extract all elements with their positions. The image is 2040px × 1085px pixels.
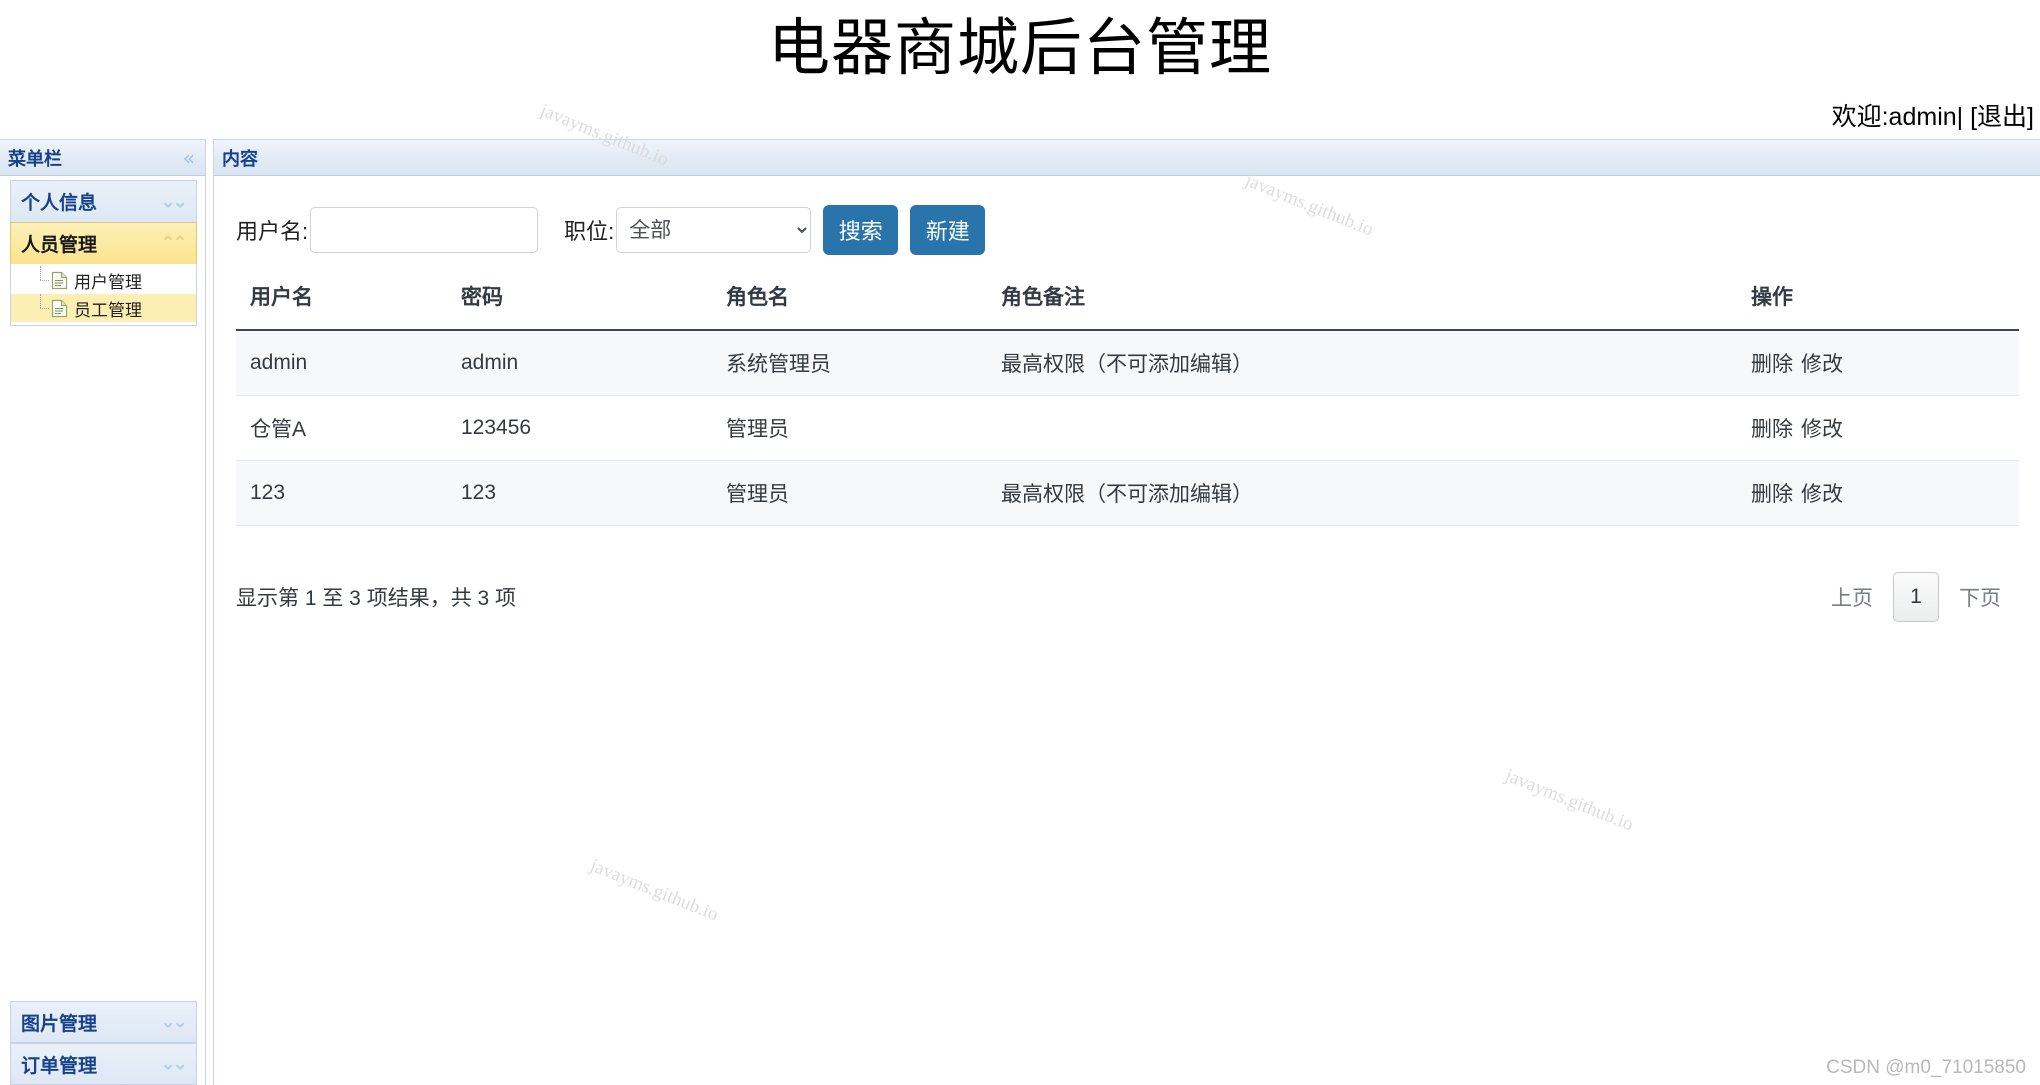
cell-role-remark bbox=[1001, 395, 1661, 461]
cell-role-name: 管理员 bbox=[726, 460, 1001, 526]
cell-operations: 删除 修改 bbox=[1661, 460, 2019, 526]
sidebar-group-label: 图片管理 bbox=[21, 1013, 98, 1035]
search-username-input[interactable] bbox=[310, 207, 539, 253]
csdn-watermark: CSDN @m0_71015850 bbox=[1826, 1057, 2026, 1078]
sidebar-item-user-management[interactable]: 用户管理 bbox=[11, 266, 196, 294]
column-header-operations: 操作 bbox=[1661, 269, 2019, 331]
create-button[interactable]: 新建 bbox=[910, 205, 986, 255]
sidebar-group-header-personal-info[interactable]: 个人信息 ⌄⌄ bbox=[10, 180, 197, 222]
cell-username: 仓管A bbox=[236, 395, 461, 461]
sidebar-item-employee-management[interactable]: 员工管理 bbox=[11, 294, 196, 322]
username-label: 用户名: bbox=[236, 219, 309, 244]
next-page-button[interactable]: 下页 bbox=[1943, 582, 2017, 612]
pagination: 上页 1 下页 bbox=[1815, 572, 2017, 622]
cell-password: 123456 bbox=[461, 395, 726, 461]
role-select[interactable]: 全部 bbox=[616, 207, 812, 253]
sidebar-item-label: 用户管理 bbox=[74, 272, 142, 292]
sidebar-group-body-staff-management: 用户管理 员工管理 bbox=[10, 264, 197, 326]
sidebar-group-label: 人员管理 bbox=[21, 235, 98, 256]
table-body: admin admin 系统管理员 最高权限（不可添加编辑） 删除 修改 仓管A … bbox=[236, 330, 2019, 526]
result-summary: 显示第 1 至 3 项结果，共 3 项 bbox=[236, 587, 517, 610]
content-panel-title: 内容 bbox=[222, 148, 258, 169]
chevron-down-icon: ⌄⌄ bbox=[160, 1010, 188, 1033]
document-icon bbox=[51, 271, 68, 290]
content-body: 用户名: 职位: 全部 搜索 新建 用户名 密码 角色名 角色备注 操作 adm… bbox=[214, 177, 2040, 1085]
cell-password: 123 bbox=[461, 460, 726, 526]
cell-role-remark: 最高权限（不可添加编辑） bbox=[1001, 330, 1661, 396]
column-header-username: 用户名 bbox=[236, 269, 461, 331]
chevron-down-icon: ⌄⌄ bbox=[160, 190, 188, 212]
sidebar-bottom-groups: 图片管理 ⌄⌄ 订单管理 ⌄⌄ bbox=[10, 1001, 197, 1085]
page-title: 电器商城后台管理 bbox=[767, 11, 1272, 84]
table-row: 仓管A 123456 管理员 删除 修改 bbox=[236, 395, 2019, 461]
logout-link[interactable]: [退出] bbox=[1970, 103, 2034, 131]
sidebar: 菜单栏 « 个人信息 ⌄⌄ 人员管理 ⌃⌃ 用户管理 员工管理 图片管理 ⌄⌄ … bbox=[0, 139, 206, 1085]
cell-username: 123 bbox=[236, 460, 461, 526]
sidebar-group-header-image-management[interactable]: 图片管理 ⌄⌄ bbox=[10, 1001, 197, 1043]
cell-operations: 删除 修改 bbox=[1661, 395, 2019, 461]
filter-toolbar: 用户名: 职位: 全部 搜索 新建 bbox=[236, 205, 986, 255]
main-layout: 菜单栏 « 个人信息 ⌄⌄ 人员管理 ⌃⌃ 用户管理 员工管理 图片管理 ⌄⌄ … bbox=[0, 139, 2040, 1085]
sidebar-panel-title: 菜单栏 bbox=[8, 148, 62, 169]
app-header: 电器商城后台管理 bbox=[0, 0, 2040, 100]
table-header-row: 用户名 密码 角色名 角色备注 操作 bbox=[236, 269, 2019, 331]
sidebar-group-staff-management: 人员管理 ⌃⌃ 用户管理 员工管理 bbox=[10, 222, 197, 326]
table-row: admin admin 系统管理员 最高权限（不可添加编辑） 删除 修改 bbox=[236, 330, 2019, 396]
delete-link[interactable]: 删除 bbox=[1751, 418, 1793, 441]
edit-link[interactable]: 修改 bbox=[1801, 483, 1843, 506]
search-button[interactable]: 搜索 bbox=[823, 205, 899, 255]
role-label: 职位: bbox=[564, 219, 615, 244]
collapse-left-icon[interactable]: « bbox=[183, 148, 195, 168]
sidebar-group-header-order-management[interactable]: 订单管理 ⌄⌄ bbox=[10, 1043, 197, 1085]
delete-link[interactable]: 删除 bbox=[1751, 353, 1793, 376]
page-number-1[interactable]: 1 bbox=[1893, 572, 1939, 622]
chevron-down-icon: ⌄⌄ bbox=[160, 1052, 188, 1075]
welcome-bar: 欢迎:admin| [退出] bbox=[0, 100, 2040, 136]
edit-link[interactable]: 修改 bbox=[1801, 353, 1843, 376]
welcome-text: 欢迎:admin| bbox=[1831, 103, 1964, 131]
sidebar-item-label: 员工管理 bbox=[74, 300, 142, 320]
cell-password: admin bbox=[461, 330, 726, 396]
sidebar-group-personal-info: 个人信息 ⌄⌄ bbox=[10, 180, 197, 222]
sidebar-group-label: 订单管理 bbox=[21, 1055, 98, 1077]
sidebar-group-label: 个人信息 bbox=[21, 193, 98, 214]
content-panel: 内容 用户名: 职位: 全部 搜索 新建 用户名 密码 角色名 角色备注 操作 … bbox=[213, 139, 2040, 1085]
column-header-role-remark: 角色备注 bbox=[1001, 269, 1661, 331]
cell-operations: 删除 修改 bbox=[1661, 330, 2019, 396]
cell-role-remark: 最高权限（不可添加编辑） bbox=[1001, 460, 1661, 526]
document-icon bbox=[51, 299, 68, 318]
table-head: 用户名 密码 角色名 角色备注 操作 bbox=[236, 269, 2019, 331]
sidebar-body: 个人信息 ⌄⌄ 人员管理 ⌃⌃ 用户管理 员工管理 图片管理 ⌄⌄ 订单管理 ⌄… bbox=[0, 176, 205, 1085]
cell-username: admin bbox=[236, 330, 461, 396]
tree-branch-icon bbox=[31, 266, 51, 294]
cell-role-name: 管理员 bbox=[726, 395, 1001, 461]
column-header-role-name: 角色名 bbox=[726, 269, 1001, 331]
column-header-password: 密码 bbox=[461, 269, 726, 331]
cell-role-name: 系统管理员 bbox=[726, 330, 1001, 396]
user-table: 用户名 密码 角色名 角色备注 操作 admin admin 系统管理员 最高权… bbox=[236, 269, 2019, 526]
edit-link[interactable]: 修改 bbox=[1801, 418, 1843, 441]
content-panel-header: 内容 bbox=[214, 139, 2040, 176]
sidebar-group-header-staff-management[interactable]: 人员管理 ⌃⌃ bbox=[10, 222, 197, 264]
delete-link[interactable]: 删除 bbox=[1751, 483, 1793, 506]
table-row: 123 123 管理员 最高权限（不可添加编辑） 删除 修改 bbox=[236, 460, 2019, 526]
tree-branch-icon bbox=[31, 294, 51, 322]
prev-page-button[interactable]: 上页 bbox=[1815, 582, 1889, 612]
table-footer: 显示第 1 至 3 项结果，共 3 项 上页 1 下页 bbox=[236, 572, 2019, 632]
chevron-up-icon: ⌃⌃ bbox=[160, 232, 188, 254]
sidebar-panel-header: 菜单栏 « bbox=[0, 139, 205, 176]
